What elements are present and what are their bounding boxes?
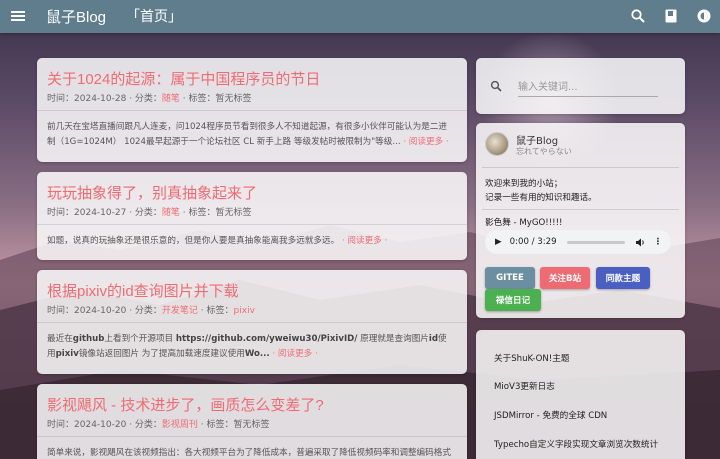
divider bbox=[482, 167, 679, 168]
tag-label: · 标签： bbox=[197, 306, 234, 316]
recent-post-link[interactable]: MioV3更新日志 bbox=[494, 380, 555, 392]
tag-label: · 标签： bbox=[179, 208, 216, 218]
post-excerpt: 最近在github上看到个开源项目 https://github.com/ywe… bbox=[47, 332, 455, 362]
time-label: 时间： bbox=[47, 94, 75, 104]
post-card: 玩玩抽象得了，别真抽象起来了 时间：2024-10-27 · 分类：随笔 · 标… bbox=[37, 172, 467, 260]
site-brand[interactable]: 鼠子Blog bbox=[46, 6, 106, 27]
progress-slider[interactable] bbox=[566, 240, 625, 244]
recent-post-link[interactable]: 关于ShuK-ON!主题 bbox=[494, 352, 569, 364]
read-more-link[interactable]: · 阅读更多 · bbox=[272, 349, 317, 359]
post-category[interactable]: 影视周刊 bbox=[162, 420, 198, 430]
tag-label: · 标签： bbox=[197, 420, 234, 430]
read-more-link[interactable]: · 阅读更多 · bbox=[403, 137, 448, 147]
post-tags: 暂无标签 bbox=[215, 208, 252, 218]
post-tags[interactable]: pixiv bbox=[234, 306, 255, 316]
post-category[interactable]: 随笔 bbox=[162, 94, 180, 104]
player-time: 0:00 / 3:29 bbox=[509, 237, 557, 247]
excerpt-text: 最近在 bbox=[47, 334, 73, 344]
excerpt-bold: github bbox=[72, 334, 105, 344]
diary-button[interactable]: 禄信日记 bbox=[485, 289, 541, 311]
excerpt-bold: id bbox=[428, 334, 439, 344]
excerpt-bold: Wo... bbox=[244, 349, 270, 359]
post-excerpt: 前几天在宝塔直播间跟凡人连麦，问1024程序员节看到很多人不知道起源，有很多小伙… bbox=[47, 120, 455, 150]
intro-line: 记录一些有用的知识和趣话。 bbox=[485, 193, 597, 203]
song-title: 影色舞 - MyGO!!!!! bbox=[485, 218, 563, 228]
category-label: · 分类： bbox=[126, 94, 162, 104]
theme-icon[interactable] bbox=[696, 8, 712, 24]
post-card: 根据pixiv的id查询图片并下载 时间：2024-10-20 · 分类：开发笔… bbox=[37, 270, 467, 374]
avatar bbox=[485, 132, 509, 156]
volume-icon[interactable] bbox=[635, 237, 646, 248]
time-label: 时间： bbox=[47, 208, 75, 218]
post-meta: 时间：2024-10-28 · 分类：随笔 · 标签：暂无标签 bbox=[47, 91, 252, 104]
time-label: 时间： bbox=[47, 420, 75, 430]
excerpt-text: 简单来说，影视飓风在该视频指出：各大视频平台为了降低成本，普遍采取了降低视频码率… bbox=[47, 448, 451, 458]
menu-icon[interactable] bbox=[10, 8, 26, 24]
excerpt-text: 如题，说真的玩抽象还是很乐意的，但是你人要是真抽象能离我多远就多远。 bbox=[47, 236, 340, 246]
post-meta: 时间：2024-10-27 · 分类：随笔 · 标签：暂无标签 bbox=[47, 205, 252, 218]
profile-subtitle: 忘れてやらない bbox=[516, 147, 572, 156]
divider bbox=[37, 436, 467, 437]
post-title[interactable]: 影视飓风 - 技术进步了，画质怎么变差了? bbox=[47, 394, 324, 415]
book-icon[interactable] bbox=[663, 8, 679, 24]
excerpt-text: 镜像站返回图片 为了提高加载速度建议使用 bbox=[78, 349, 245, 359]
divider bbox=[37, 110, 467, 111]
search-input[interactable] bbox=[518, 79, 658, 97]
post-title[interactable]: 玩玩抽象得了，别真抽象起来了 bbox=[47, 182, 257, 203]
post-date: 2024-10-20 bbox=[74, 306, 127, 316]
post-category[interactable]: 开发笔记 bbox=[162, 306, 198, 316]
post-meta: 时间：2024-10-20 · 分类：开发笔记 · 标签：pixiv bbox=[47, 303, 255, 316]
post-tags: 暂无标签 bbox=[233, 420, 270, 430]
post-excerpt: 简单来说，影视飓风在该视频指出：各大视频平台为了降低成本，普遍采取了降低视频码率… bbox=[47, 446, 455, 459]
post-tags: 暂无标签 bbox=[215, 94, 252, 104]
profile-name: 鼠子Blog bbox=[516, 136, 559, 147]
excerpt-text: 原理就是查询图片 bbox=[357, 334, 429, 344]
bilibili-follow-button[interactable]: 关注B站 bbox=[540, 267, 590, 289]
post-card: 关于1024的起源：属于中国程序员的节日 时间：2024-10-28 · 分类：… bbox=[37, 58, 467, 162]
play-icon[interactable]: ▶ bbox=[495, 237, 502, 247]
post-excerpt: 如题，说真的玩抽象还是很乐意的，但是你人要是真抽象能离我多远就多远。 · 阅读更… bbox=[47, 234, 455, 249]
post-title[interactable]: 关于1024的起源：属于中国程序员的节日 bbox=[47, 68, 320, 89]
category-label: · 分类： bbox=[126, 208, 162, 218]
post-card: 影视飓风 - 技术进步了，画质怎么变差了? 时间：2024-10-20 · 分类… bbox=[37, 384, 467, 459]
post-date: 2024-10-27 bbox=[74, 208, 127, 218]
post-date: 2024-10-20 bbox=[74, 420, 127, 430]
excerpt-bold: pixiv bbox=[55, 349, 79, 359]
search-icon[interactable] bbox=[630, 8, 646, 24]
breadcrumb: 「首页」 bbox=[126, 9, 182, 25]
recent-post-link[interactable]: JSDMirror - 免费的全球 CDN bbox=[494, 409, 607, 421]
same-theme-button[interactable]: 同款主题 bbox=[596, 267, 650, 289]
read-more-link[interactable]: · 阅读更多 · bbox=[342, 236, 387, 246]
audio-player: ▶ 0:00 / 3:29 ⋮ bbox=[485, 230, 671, 254]
excerpt-url: https://github.com/yweiwu30/PixivID/ bbox=[175, 334, 358, 344]
recent-post-link[interactable]: Typecho自定义字段实现文章浏览次数统计 bbox=[494, 438, 658, 450]
divider bbox=[37, 224, 467, 225]
profile-card: 鼠子Blog 忘れてやらない 欢迎来到我的小站； 记录一些有用的知识和趣话。 影… bbox=[476, 123, 685, 318]
divider bbox=[482, 209, 679, 210]
search-icon[interactable] bbox=[490, 80, 502, 92]
tag-label: · 标签： bbox=[179, 94, 216, 104]
post-meta: 时间：2024-10-20 · 分类：影视周刊 · 标签：暂无标签 bbox=[47, 417, 270, 430]
post-title[interactable]: 根据pixiv的id查询图片并下载 bbox=[47, 280, 239, 301]
divider bbox=[37, 322, 467, 323]
more-options-icon[interactable]: ⋮ bbox=[654, 237, 663, 247]
category-label: · 分类： bbox=[126, 420, 162, 430]
profile-intro: 欢迎来到我的小站； 记录一些有用的知识和趣话。 bbox=[485, 177, 597, 205]
category-label: · 分类： bbox=[126, 306, 162, 316]
post-category[interactable]: 随笔 bbox=[162, 208, 180, 218]
excerpt-text: 前几天在宝塔直播间跟凡人连麦，问1024程序员节看到很多人不知道起源，有很多小伙… bbox=[47, 122, 447, 147]
top-app-bar: 鼠子Blog 「首页」 bbox=[0, 0, 720, 33]
time-label: 时间： bbox=[47, 306, 75, 316]
excerpt-text: 上看到个开源项目 bbox=[104, 334, 176, 344]
post-date: 2024-10-28 bbox=[74, 94, 127, 104]
gitee-button[interactable]: GITEE bbox=[485, 267, 535, 289]
recent-posts-card: 关于ShuK-ON!主题 MioV3更新日志 JSDMirror - 免费的全球… bbox=[476, 330, 685, 459]
intro-line: 欢迎来到我的小站； bbox=[485, 179, 563, 189]
search-card bbox=[476, 58, 685, 114]
